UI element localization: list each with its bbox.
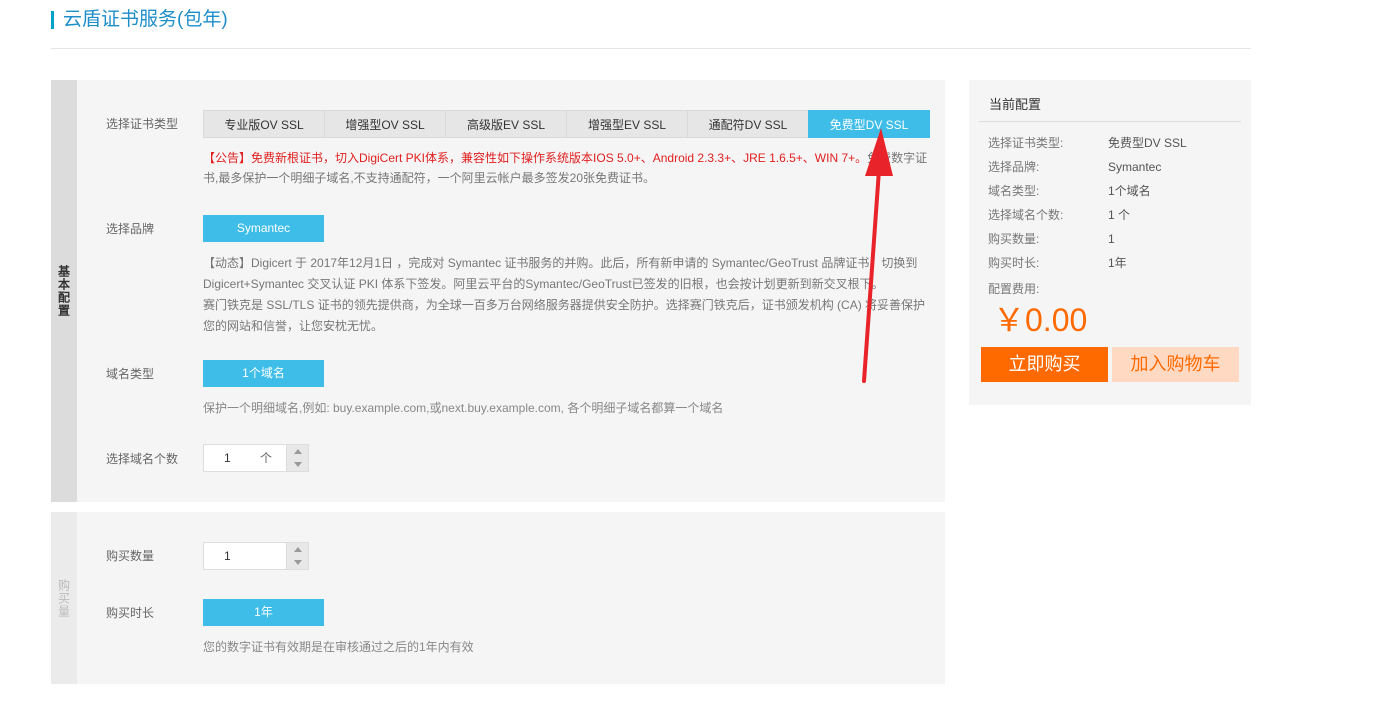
config-title: 当前配置 bbox=[989, 97, 1042, 112]
config-value: 免费型DV SSL bbox=[1108, 136, 1187, 150]
tab-cert-enhanced-ev[interactable]: 增强型EV SSL bbox=[566, 110, 688, 138]
fee-label: 配置费用: bbox=[988, 282, 1040, 296]
config-key: 域名类型: bbox=[988, 184, 1040, 198]
brand-symantec-button[interactable]: Symantec bbox=[203, 215, 324, 242]
caret-up-icon bbox=[293, 449, 302, 454]
domain-count-arrows bbox=[286, 445, 308, 471]
brand-news-update: 【动态】Digicert 于 2017年12月1日 ，完成对 Symantec … bbox=[203, 256, 918, 291]
config-divider bbox=[979, 121, 1241, 122]
tab-cert-pro-ov[interactable]: 专业版OV SSL bbox=[203, 110, 325, 138]
config-value: 1 个 bbox=[1108, 208, 1131, 222]
caret-up-icon bbox=[293, 547, 302, 552]
domain-count-unit: 个 bbox=[260, 451, 273, 465]
side-label-buy: 购买量 bbox=[56, 578, 71, 618]
side-label-basic: 基本配置 bbox=[56, 265, 71, 317]
config-value: 1 bbox=[1108, 232, 1115, 246]
decrement-button[interactable] bbox=[287, 556, 308, 569]
cert-notice: 【公告】免费新根证书，切入DigiCert PKI体系，兼容性如下操作系统版本I… bbox=[203, 148, 933, 188]
brand-news-intro: 赛门铁克是 SSL/TLS 证书的领先提供商，为全球一百多万台网络服务器提供安全… bbox=[203, 298, 926, 333]
page-header: 云盾证书服务(包年) bbox=[51, 8, 1251, 49]
config-key: 选择域名个数: bbox=[988, 208, 1064, 222]
domain-type-button[interactable]: 1个域名 bbox=[203, 360, 324, 387]
purchase-panel: 购买量 购买数量 购买时长 1年 您的数字证书有效期是在审核通过之后的1年内有效 bbox=[51, 512, 945, 684]
increment-button[interactable] bbox=[287, 445, 308, 458]
config-value: 1年 bbox=[1108, 256, 1127, 270]
quantity-label: 购买数量 bbox=[106, 549, 155, 563]
decrement-button[interactable] bbox=[287, 458, 308, 471]
duration-label: 购买时长 bbox=[106, 606, 155, 620]
caret-down-icon bbox=[293, 560, 302, 565]
domain-type-hint: 保护一个明细域名,例如: buy.example.com,或next.buy.e… bbox=[203, 401, 724, 415]
config-key: 购买数量: bbox=[988, 232, 1040, 246]
tab-cert-wildcard-dv[interactable]: 通配符DV SSL bbox=[687, 110, 809, 138]
cert-notice-announcement: 【公告】免费新根证书，切入DigiCert PKI体系，兼容性如下操作系统版本I… bbox=[203, 151, 868, 165]
tab-cert-free-dv[interactable]: 免费型DV SSL bbox=[808, 110, 930, 138]
domain-count-label: 选择域名个数 bbox=[106, 452, 179, 466]
quantity-stepper bbox=[203, 542, 309, 570]
title-accent-bar bbox=[51, 11, 54, 29]
increment-button[interactable] bbox=[287, 543, 308, 556]
caret-down-icon bbox=[293, 462, 302, 467]
current-config-panel: 当前配置 选择证书类型: 免费型DV SSL 选择品牌: Symantec 域名类型… bbox=[969, 80, 1251, 405]
domain-type-label: 域名类型 bbox=[106, 367, 155, 381]
price-value: ￥0.00 bbox=[993, 302, 1088, 338]
add-to-cart-button[interactable]: 加入购物车 bbox=[1112, 347, 1239, 382]
page-title: 云盾证书服务(包年) bbox=[63, 9, 228, 30]
config-value: Symantec bbox=[1108, 160, 1162, 174]
buy-now-button[interactable]: 立即购买 bbox=[981, 347, 1108, 382]
domain-count-input[interactable] bbox=[204, 445, 286, 471]
brand-news: 【动态】Digicert 于 2017年12月1日 ，完成对 Symantec … bbox=[203, 253, 933, 337]
brand-label: 选择品牌 bbox=[106, 222, 155, 236]
config-key: 选择品牌: bbox=[988, 160, 1040, 174]
cert-type-label: 选择证书类型 bbox=[106, 117, 179, 131]
config-value: 1个域名 bbox=[1108, 184, 1151, 198]
cert-type-tabs: 专业版OV SSL 增强型OV SSL 高级版EV SSL 增强型EV SSL … bbox=[203, 110, 930, 138]
tab-cert-advanced-ev[interactable]: 高级版EV SSL bbox=[445, 110, 567, 138]
quantity-input[interactable] bbox=[204, 543, 286, 569]
tab-cert-enhanced-ov[interactable]: 增强型OV SSL bbox=[324, 110, 446, 138]
domain-count-stepper: 个 bbox=[203, 444, 309, 472]
duration-hint: 您的数字证书有效期是在审核通过之后的1年内有效 bbox=[203, 640, 474, 654]
config-key: 购买时长: bbox=[988, 256, 1040, 270]
basic-config-panel: 基本配置 选择证书类型 专业版OV SSL 增强型OV SSL 高级版EV SS… bbox=[51, 80, 945, 502]
quantity-arrows bbox=[286, 543, 308, 569]
duration-1year-button[interactable]: 1年 bbox=[203, 599, 324, 626]
config-key: 选择证书类型: bbox=[988, 136, 1064, 150]
